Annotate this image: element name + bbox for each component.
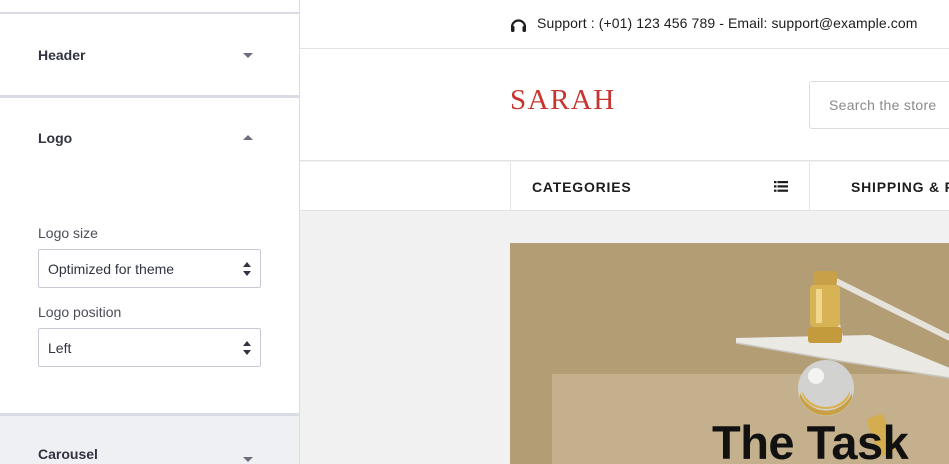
chevron-down-icon bbox=[243, 53, 253, 58]
section-logo-toggle[interactable]: Logo bbox=[0, 115, 299, 161]
section-divider bbox=[0, 12, 299, 14]
select-arrows-icon bbox=[243, 340, 251, 355]
list-icon bbox=[774, 181, 788, 192]
hero-carousel-slide[interactable]: The Task bbox=[510, 243, 949, 464]
chevron-up-icon bbox=[243, 135, 253, 140]
section-title: Header bbox=[38, 47, 86, 63]
nav-link-shipping[interactable]: SHIPPING & R bbox=[851, 179, 949, 195]
headset-icon bbox=[510, 19, 527, 32]
main-navigation: CATEGORIES SHIPPING & R bbox=[300, 162, 949, 211]
store-preview: Support : (+01) 123 456 789 - Email: sup… bbox=[300, 0, 949, 464]
search-input[interactable] bbox=[809, 81, 949, 129]
store-header: SARAH bbox=[300, 49, 949, 161]
section-header-toggle[interactable]: Header bbox=[0, 32, 299, 78]
categories-label: CATEGORIES bbox=[532, 179, 632, 195]
logo-size-select[interactable]: Optimized for theme bbox=[38, 249, 261, 288]
section-divider bbox=[0, 95, 299, 98]
logo-position-select[interactable]: Left bbox=[38, 328, 261, 367]
banner-title: The Task bbox=[712, 416, 909, 464]
section-carousel-toggle[interactable]: Carousel bbox=[0, 432, 299, 464]
section-title: Carousel bbox=[38, 446, 98, 462]
section-title: Logo bbox=[38, 130, 73, 146]
theme-editor-sidebar: Header Logo Logo size Optimized for them… bbox=[0, 0, 300, 464]
logo-position-label: Logo position bbox=[38, 304, 122, 320]
support-contact-text: Support : (+01) 123 456 789 - Email: sup… bbox=[537, 15, 918, 31]
logo-size-value: Optimized for theme bbox=[48, 260, 175, 277]
chevron-down-icon bbox=[243, 457, 253, 462]
logo-position-value: Left bbox=[48, 339, 72, 356]
top-support-bar: Support : (+01) 123 456 789 - Email: sup… bbox=[300, 0, 949, 49]
section-carousel: Carousel bbox=[0, 416, 299, 464]
select-arrows-icon bbox=[243, 261, 251, 276]
logo-size-label: Logo size bbox=[38, 225, 98, 241]
categories-menu-button[interactable]: CATEGORIES bbox=[510, 162, 810, 211]
store-logo[interactable]: SARAH bbox=[510, 84, 616, 117]
